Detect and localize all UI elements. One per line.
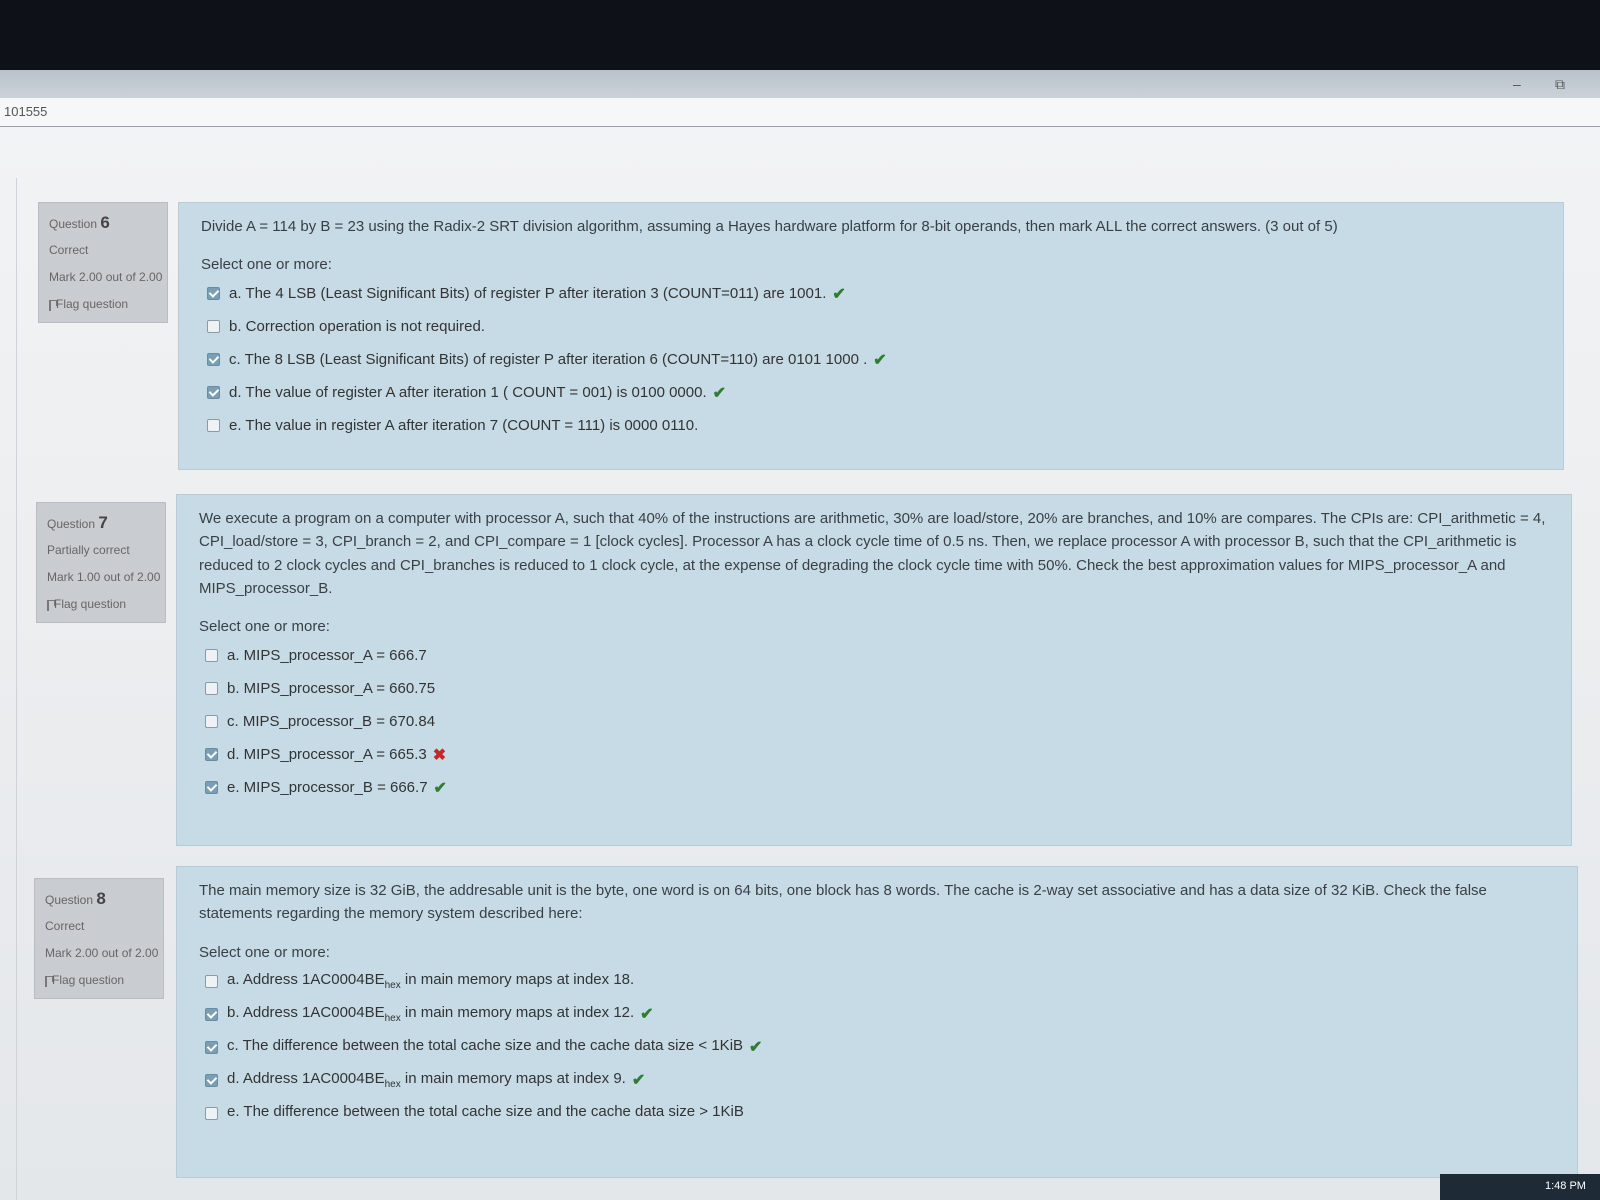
address-bar[interactable]: 101555 bbox=[0, 98, 1600, 127]
flag-label: Flag question bbox=[54, 597, 127, 612]
option-text: c. The difference between the total cach… bbox=[227, 1037, 744, 1054]
answer-option[interactable]: d. MIPS_processor_A = 665.3 ✖ bbox=[205, 738, 1549, 771]
option-text: d. The value of register A after iterati… bbox=[229, 384, 707, 402]
answer-option[interactable]: c. The difference between the total cach… bbox=[205, 1031, 1555, 1064]
question-info-7: Question 7 Partially correct Mark 1.00 o… bbox=[36, 502, 166, 623]
answer-option[interactable]: d. The value of register A after iterati… bbox=[207, 376, 1541, 409]
feedback-icon: ✖ bbox=[432, 746, 447, 764]
feedback-icon: ✔ bbox=[640, 1006, 654, 1023]
option-text: d. Address 1AC0004BEhex in main memory m… bbox=[227, 1070, 626, 1090]
flag-icon bbox=[45, 975, 53, 987]
restore-icon[interactable]: ⧉ bbox=[1555, 76, 1565, 93]
system-clock: 1:48 PM bbox=[1545, 1180, 1586, 1192]
answer-option[interactable]: e. MIPS_processor_B = 666.7 ✔ bbox=[205, 771, 1549, 804]
answer-option[interactable]: a. MIPS_processor_A = 666.7 bbox=[205, 639, 1549, 672]
question-text: Divide A = 114 by B = 23 using the Radix… bbox=[201, 218, 1338, 235]
flag-icon bbox=[47, 599, 55, 611]
option-text: b. Correction operation is not required. bbox=[229, 318, 485, 336]
answer-prompt: Select one or more: bbox=[199, 618, 330, 635]
question-grade: Mark 1.00 out of 2.00 bbox=[47, 570, 161, 585]
minimize-icon[interactable]: – bbox=[1513, 76, 1521, 92]
question-info-6: Question 6 Correct Mark 2.00 out of 2.00… bbox=[38, 202, 168, 323]
question-grade: Mark 2.00 out of 2.00 bbox=[45, 946, 159, 961]
feedback-icon: ✔ bbox=[832, 285, 846, 303]
answer-list: a. The 4 LSB (Least Significant Bits) of… bbox=[201, 277, 1541, 442]
option-text: a. Address 1AC0004BEhex in main memory m… bbox=[227, 971, 635, 991]
flag-question-button[interactable]: Flag question bbox=[45, 972, 163, 989]
flag-question-button[interactable]: Flag question bbox=[49, 296, 167, 313]
left-divider bbox=[16, 178, 17, 1200]
option-text: c. The 8 LSB (Least Significant Bits) of… bbox=[229, 351, 868, 369]
question-text: The main memory size is 32 GiB, the addr… bbox=[199, 882, 1487, 923]
screen-bezel bbox=[0, 0, 1600, 70]
feedback-icon: ✔ bbox=[873, 351, 887, 369]
question-grade: Mark 2.00 out of 2.00 bbox=[49, 270, 163, 285]
answer-list: a. Address 1AC0004BEhex in main memory m… bbox=[199, 965, 1555, 1130]
flag-icon bbox=[49, 299, 57, 311]
checkbox[interactable] bbox=[207, 353, 220, 367]
checkbox[interactable] bbox=[205, 1106, 218, 1120]
answer-option[interactable]: e. The difference between the total cach… bbox=[205, 1097, 1555, 1130]
checkbox[interactable] bbox=[205, 649, 218, 662]
option-text: e. The difference between the total cach… bbox=[227, 1103, 744, 1120]
feedback-icon: ✔ bbox=[433, 779, 447, 797]
checkbox[interactable] bbox=[207, 386, 220, 400]
answer-option[interactable]: c. MIPS_processor_B = 670.84 bbox=[205, 705, 1549, 738]
question-content-6: Divide A = 114 by B = 23 using the Radix… bbox=[178, 202, 1564, 470]
question-number: Question 7 bbox=[47, 513, 108, 532]
answer-prompt: Select one or more: bbox=[201, 256, 332, 274]
answer-list: a. MIPS_processor_A = 666.7 b. MIPS_proc… bbox=[199, 639, 1549, 804]
question-number: Question 8 bbox=[45, 889, 106, 908]
answer-option[interactable]: e. The value in register A after iterati… bbox=[207, 409, 1541, 442]
answer-option[interactable]: a. The 4 LSB (Least Significant Bits) of… bbox=[207, 277, 1541, 310]
checkbox[interactable] bbox=[205, 715, 218, 728]
answer-prompt: Select one or more: bbox=[199, 943, 330, 961]
address-text: 101555 bbox=[4, 104, 48, 119]
checkbox[interactable] bbox=[205, 781, 218, 794]
answer-option[interactable]: b. Correction operation is not required. bbox=[207, 310, 1541, 343]
answer-option[interactable]: c. The 8 LSB (Least Significant Bits) of… bbox=[207, 343, 1541, 376]
option-text: b. MIPS_processor_A = 660.75 bbox=[227, 680, 436, 697]
option-text: a. The 4 LSB (Least Significant Bits) of… bbox=[229, 285, 827, 303]
checkbox[interactable] bbox=[207, 419, 220, 433]
checkbox[interactable] bbox=[205, 1040, 218, 1054]
question-state: Correct bbox=[49, 242, 89, 257]
feedback-icon: ✔ bbox=[749, 1039, 763, 1056]
feedback-icon: ✔ bbox=[712, 384, 727, 402]
question-text: We execute a program on a computer with … bbox=[199, 510, 1546, 597]
checkbox[interactable] bbox=[205, 1073, 218, 1087]
feedback-icon: ✔ bbox=[631, 1072, 646, 1089]
option-text: c. MIPS_processor_B = 670.84 bbox=[227, 713, 436, 730]
question-state: Correct bbox=[45, 918, 85, 933]
checkbox[interactable] bbox=[207, 287, 220, 301]
question-content-8: The main memory size is 32 GiB, the addr… bbox=[176, 866, 1578, 1178]
checkbox[interactable] bbox=[205, 748, 218, 761]
checkbox[interactable] bbox=[205, 682, 218, 695]
question-number: Question 6 bbox=[49, 213, 110, 232]
option-text: e. The value in register A after iterati… bbox=[229, 417, 699, 435]
answer-option[interactable]: b. Address 1AC0004BEhex in main memory m… bbox=[205, 998, 1555, 1031]
option-text: d. MIPS_processor_A = 665.3 bbox=[227, 746, 427, 763]
option-text: a. MIPS_processor_A = 666.7 bbox=[227, 647, 427, 664]
question-state: Partially correct bbox=[47, 542, 130, 557]
checkbox[interactable] bbox=[205, 1007, 218, 1021]
option-text: e. MIPS_processor_B = 666.7 bbox=[227, 779, 428, 796]
question-content-7: We execute a program on a computer with … bbox=[176, 494, 1572, 846]
checkbox[interactable] bbox=[207, 320, 220, 334]
answer-option[interactable]: d. Address 1AC0004BEhex in main memory m… bbox=[205, 1064, 1555, 1097]
checkbox[interactable] bbox=[205, 974, 218, 988]
window-titlebar: – ⧉ bbox=[0, 70, 1600, 99]
answer-option[interactable]: a. Address 1AC0004BEhex in main memory m… bbox=[205, 965, 1555, 998]
answer-option[interactable]: b. MIPS_processor_A = 660.75 bbox=[205, 672, 1549, 705]
question-info-8: Question 8 Correct Mark 2.00 out of 2.00… bbox=[34, 878, 164, 999]
flag-label: Flag question bbox=[56, 297, 129, 312]
option-text: b. Address 1AC0004BEhex in main memory m… bbox=[227, 1004, 635, 1024]
flag-question-button[interactable]: Flag question bbox=[47, 596, 165, 613]
flag-label: Flag question bbox=[52, 973, 125, 988]
